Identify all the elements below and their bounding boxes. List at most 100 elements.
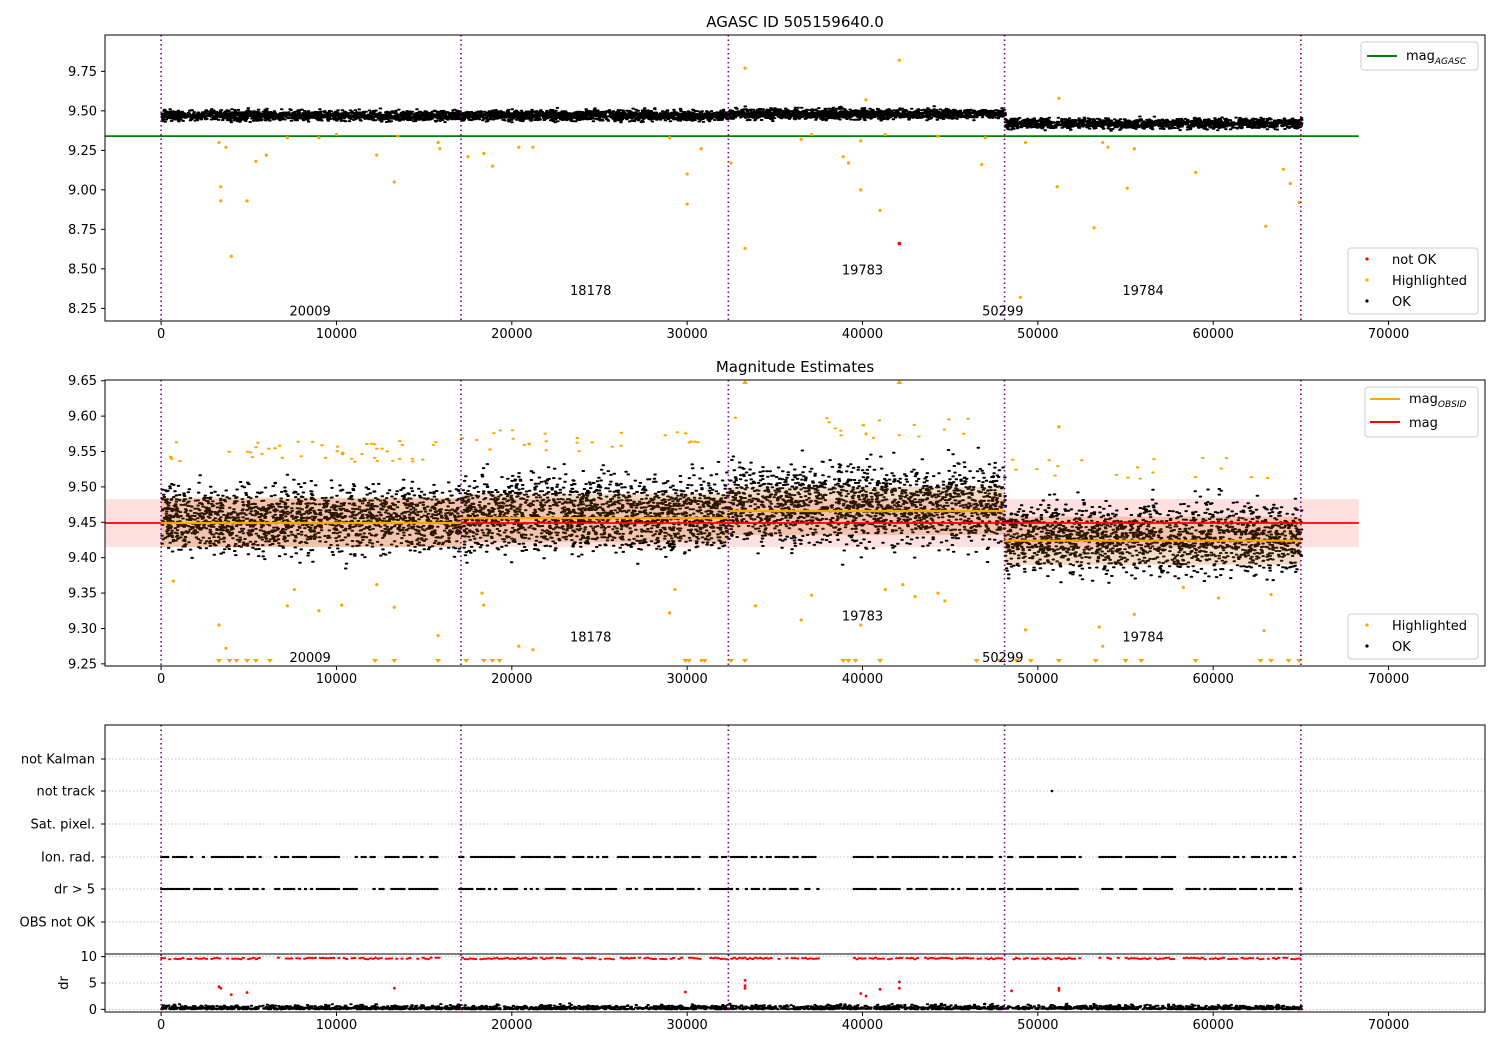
clipped-low-marker	[244, 659, 251, 663]
p1-xtick-label-2: 20000	[491, 327, 532, 342]
dr-red-point	[245, 991, 249, 994]
highlighted-point	[219, 185, 223, 189]
highlighted-point	[396, 134, 400, 138]
highlighted-point	[1264, 224, 1268, 228]
panel-1-data: 20009 18178 19783 50299 19784	[105, 35, 1359, 321]
highlighted-point	[254, 159, 258, 164]
highlighted-point	[438, 147, 442, 151]
clipped-low-marker	[852, 659, 859, 663]
highlighted-point	[482, 151, 486, 156]
dr-ok-points	[160, 1002, 1303, 1011]
highlighted-point	[668, 611, 672, 615]
highlighted-point	[1101, 140, 1105, 145]
clipped-low-marker	[266, 659, 273, 663]
dr-red-point	[859, 992, 863, 995]
p1-ytick-label-1: 8.50	[68, 262, 97, 277]
highlighted-point	[340, 603, 344, 607]
panel-3-frame	[104, 724, 1486, 1013]
highlighted-point	[375, 153, 379, 157]
highlighted-point	[846, 161, 851, 165]
clipped-low-marker	[480, 659, 487, 663]
panel-3-axes: not Kalman not track Sat. pixel. Ion. rad. d…	[20, 753, 1410, 1034]
p3-xtick-label-5: 50000	[1017, 1018, 1058, 1033]
p1-xtick-label-6: 60000	[1193, 327, 1234, 342]
highlighted-point	[482, 603, 486, 607]
clipped-low-marker	[973, 659, 980, 663]
p2-xtick-label-1: 10000	[316, 672, 357, 687]
legend-label-highlighted-2: Highlighted	[1392, 619, 1467, 634]
legend-status-panel-1: not OK Highlighted OK	[1347, 247, 1479, 315]
p2-ytick-label-5: 9.50	[68, 480, 97, 495]
highlighted-point	[1023, 140, 1028, 145]
highlighted-point	[685, 202, 689, 206]
highlighted-point	[224, 145, 228, 149]
p3-xtick-label-2: 20000	[491, 1018, 532, 1033]
highlighted-point	[229, 254, 233, 258]
highlighted-point	[859, 188, 863, 192]
highlighted-point	[729, 161, 733, 165]
legend-label-not-ok: not OK	[1392, 253, 1437, 268]
p2-xtick-label-3: 30000	[666, 672, 707, 687]
p1-ytick-label-4: 9.25	[68, 144, 97, 159]
highlighted-point	[285, 604, 289, 608]
highlighted-point	[245, 199, 249, 203]
p3-xtick-label-4: 40000	[842, 1018, 883, 1033]
ok-points-panel-1	[160, 105, 1304, 132]
panel-magnitude-estimates: Magnitude Estimates 20009 18178 19783 50299…	[68, 358, 1486, 687]
dr-red-point	[743, 978, 747, 982]
highlighted-point	[285, 136, 289, 140]
highlighted-point	[864, 432, 868, 436]
clipped-low-marker	[742, 659, 749, 663]
highlighted-point	[392, 605, 396, 609]
highlighted-point	[753, 604, 758, 608]
highlighted-point	[392, 180, 396, 184]
clipped-low-marker	[1122, 659, 1129, 663]
p1-obsid-label-0: 20009	[289, 305, 330, 320]
legend-label-highlighted: Highlighted	[1392, 274, 1467, 289]
p2-ytick-label-1: 9.30	[68, 622, 97, 637]
highlighted-point	[1281, 167, 1285, 171]
dr-red-point	[897, 980, 901, 984]
highlighted-point	[743, 66, 747, 70]
highlighted-point	[1057, 425, 1061, 429]
p1-obsid-label-4: 19784	[1122, 284, 1163, 299]
highlighted-point	[943, 599, 947, 603]
p1-xtick-label-4: 40000	[842, 327, 883, 342]
highlighted-point	[531, 648, 535, 652]
clipped-low-marker	[252, 659, 259, 663]
clipped-low-marker	[1027, 659, 1034, 663]
highlighted-point	[1269, 592, 1273, 597]
clipped-low-marker	[463, 659, 470, 663]
highlighted-point	[466, 155, 470, 159]
legend-marker-not-ok	[1365, 257, 1369, 261]
highlighted-point	[878, 208, 882, 212]
legend-marker-ok	[1365, 299, 1369, 303]
dr-red-point	[219, 986, 223, 990]
panel-2-data: 20009 18178 19783 50299 19784	[105, 380, 1359, 666]
clipped-low-marker	[1268, 659, 1275, 663]
panel-3-data	[105, 725, 1485, 1012]
p2-ytick-label-4: 9.45	[68, 516, 97, 531]
panel-1-title: AGASC ID 505159640.0	[706, 13, 884, 31]
highlighted-point	[1216, 596, 1221, 600]
highlighted-point	[1101, 644, 1105, 648]
dr-red-point	[864, 994, 868, 998]
dr-red-point	[743, 986, 747, 990]
p3-xtick-label-1: 10000	[316, 1018, 357, 1033]
highlighted-point	[1018, 295, 1022, 299]
highlighted-point	[980, 162, 984, 167]
highlighted-point	[1132, 147, 1136, 151]
highlighted-point	[490, 164, 495, 168]
dr-red-point	[878, 987, 882, 991]
clipped-low-marker	[840, 659, 847, 663]
highlighted-point	[224, 646, 228, 650]
p2-xtick-label-7: 70000	[1368, 672, 1409, 687]
legend-label-ok: OK	[1392, 295, 1411, 310]
p2-obsid-label-2: 19783	[842, 609, 883, 624]
legend-status-panel-2: Highlighted OK	[1347, 613, 1479, 660]
p2-ytick-label-2: 9.35	[68, 587, 97, 602]
highlighted-point	[883, 132, 887, 137]
p3-ytick-label-0: 0	[89, 1003, 97, 1018]
highlighted-point	[799, 618, 803, 622]
figure: AGASC ID 505159640.0 20009 18178 19783 5029…	[20, 13, 1486, 1034]
